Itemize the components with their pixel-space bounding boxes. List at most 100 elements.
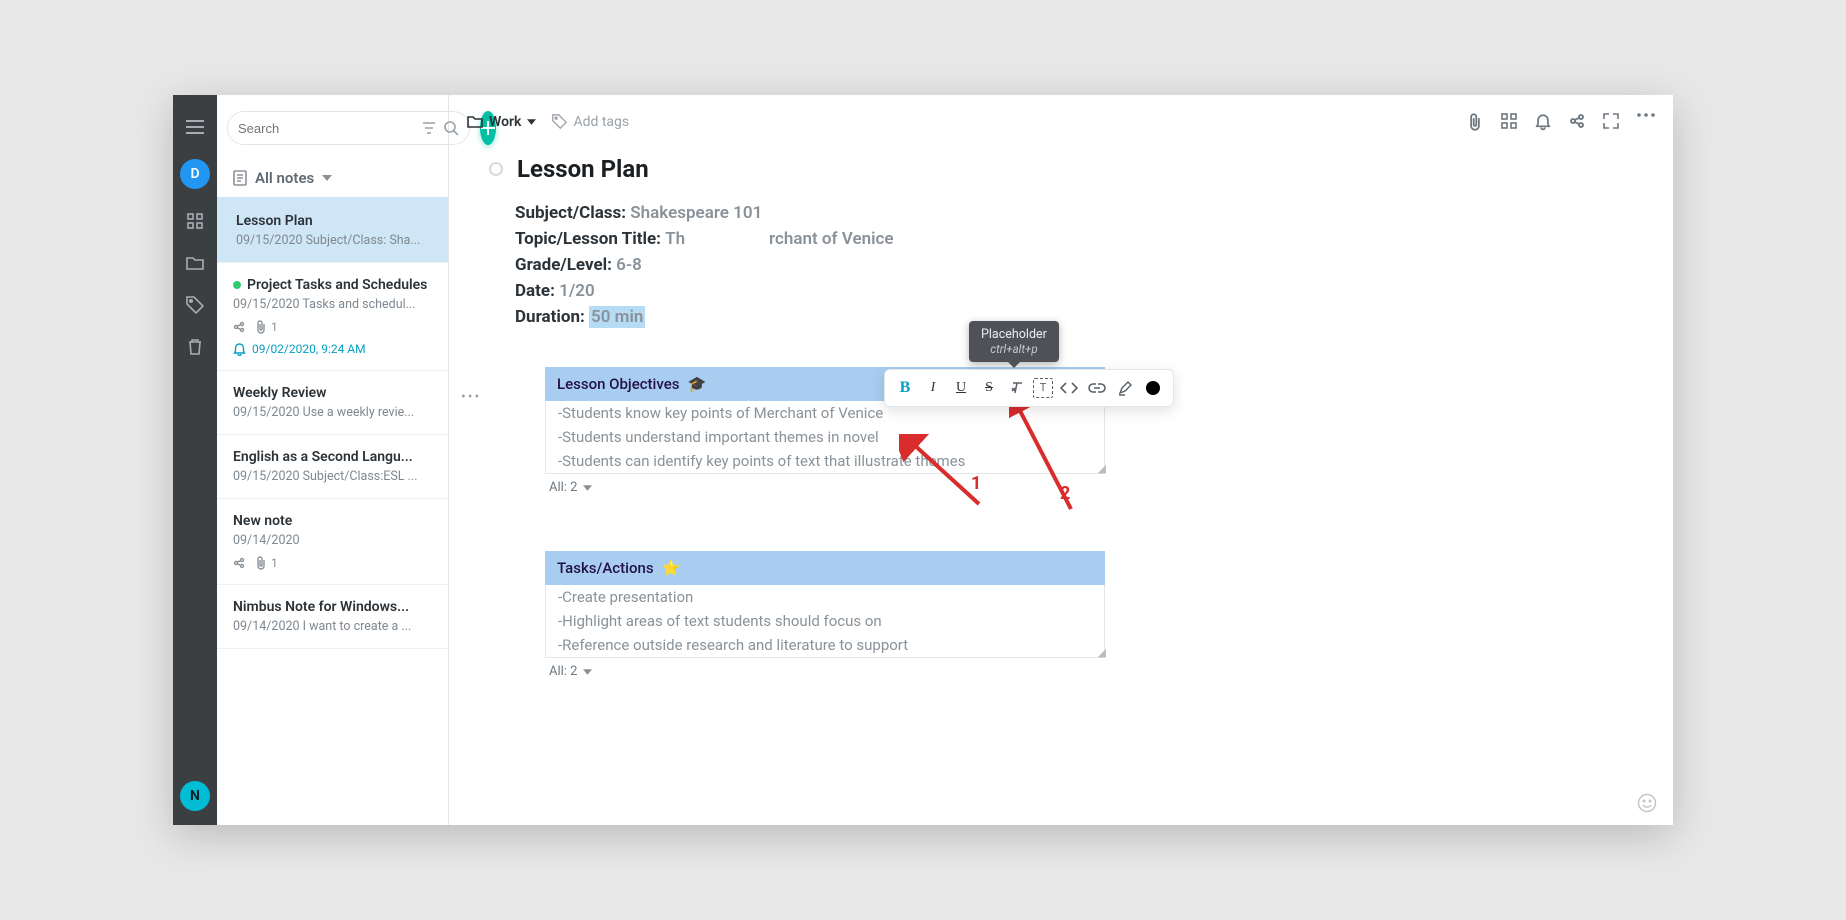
tag-icon[interactable] [185, 295, 205, 315]
folder-icon[interactable] [185, 253, 205, 273]
app-logo: N [180, 781, 210, 811]
folder-icon [467, 115, 483, 129]
notes-list: Lesson Plan 09/15/2020 Subject/Class: Sh… [217, 199, 448, 825]
menu-icon[interactable] [185, 117, 205, 137]
more-icon[interactable] [1637, 113, 1655, 131]
block-header-tasks[interactable]: Tasks/Actions ⭐ [545, 551, 1105, 585]
list-item: -Reference outside research and literatu… [546, 633, 1104, 657]
note-preview: 09/14/2020 [233, 533, 432, 548]
field-grade[interactable]: Grade/Level: 6-8 [515, 255, 1633, 275]
block-body[interactable]: -Students know key points of Merchant of… [545, 401, 1105, 474]
note-item[interactable]: New note 09/14/2020 1 [217, 499, 448, 585]
filter-icon[interactable] [422, 121, 436, 135]
note-item[interactable]: English as a Second Langu... 09/15/2020 … [217, 435, 448, 499]
attach-icon[interactable] [1467, 113, 1483, 131]
add-tags-button[interactable]: Add tags [552, 114, 629, 130]
tooltip-shortcut: ctrl+alt+p [981, 342, 1047, 356]
trash-icon[interactable] [185, 337, 205, 357]
emoji-button[interactable] [1637, 793, 1657, 813]
topbar: Work Add tags [449, 95, 1673, 149]
annotation-number: 1 [971, 473, 981, 494]
field-topic[interactable]: Topic/Lesson Title: The Merchant of Veni… [515, 229, 1633, 249]
attach-icon: 1 [255, 320, 278, 334]
block-body[interactable]: -Create presentation -Highlight areas of… [545, 585, 1105, 658]
fullscreen-icon[interactable] [1603, 113, 1619, 131]
highlight-button[interactable] [1113, 376, 1137, 400]
note-preview: 09/15/2020 Subject/Class: Sha... [236, 233, 432, 248]
block-footer[interactable]: All: 2 [545, 474, 1105, 501]
note-title: Project Tasks and Schedules [233, 277, 432, 293]
share-icon [233, 321, 245, 333]
selected-text[interactable]: 50 min [589, 306, 645, 328]
note-title: New note [233, 513, 432, 529]
note-title: English as a Second Langu... [233, 449, 432, 465]
note-preview: 09/15/2020 Subject/Class:ESL ... [233, 469, 432, 484]
left-rail: D N [173, 95, 217, 825]
field-subject[interactable]: Subject/Class: Shakespeare 101 [515, 203, 1633, 223]
tooltip: Placeholder ctrl+alt+p [969, 321, 1059, 362]
block-footer[interactable]: All: 2 [545, 658, 1105, 685]
link-button[interactable] [1085, 376, 1109, 400]
bold-button[interactable]: B [893, 376, 917, 400]
apps-icon[interactable] [1501, 113, 1517, 131]
search-input[interactable] [238, 121, 414, 136]
note-preview: 09/15/2020 Use a weekly revie... [233, 405, 432, 420]
chevron-down-icon [527, 119, 536, 125]
note-item[interactable]: Weekly Review 09/15/2020 Use a weekly re… [217, 371, 448, 435]
avatar[interactable]: D [180, 159, 210, 189]
field-duration[interactable]: Duration: 50 min [515, 307, 1633, 327]
code-button[interactable] [1057, 376, 1081, 400]
note-preview: 09/14/2020 I want to create a ... [233, 619, 432, 634]
list-item: -Students can identify key points of tex… [546, 449, 1104, 473]
chevron-down-icon [583, 669, 592, 675]
note-item[interactable]: Nimbus Note for Windows... 09/14/2020 I … [217, 585, 448, 649]
topbar-tools [1467, 113, 1655, 131]
breadcrumb-folder[interactable]: Work [467, 114, 536, 130]
color-dot-icon [1146, 381, 1160, 395]
apps-icon[interactable] [185, 211, 205, 231]
block-handle-icon[interactable]: ••• [461, 389, 481, 405]
task-bullet-icon[interactable] [489, 162, 503, 176]
underline-button[interactable]: U [949, 376, 973, 400]
placeholder-button[interactable]: T [1033, 378, 1053, 398]
field-date[interactable]: Date: 1/20 [515, 281, 1633, 301]
star-icon: ⭐ [662, 559, 681, 577]
note-icon [233, 170, 247, 186]
note-title: Lesson Plan [236, 213, 432, 229]
chevron-down-icon [583, 485, 592, 491]
bell-icon [233, 343, 246, 356]
note-title: Nimbus Note for Windows... [233, 599, 432, 615]
strikethrough-button[interactable]: S [977, 376, 1001, 400]
color-button[interactable] [1141, 376, 1165, 400]
reminder: 09/02/2020, 9:24 AM [233, 342, 432, 356]
bell-icon[interactable] [1535, 113, 1551, 131]
attach-icon: 1 [255, 556, 278, 570]
search-box[interactable] [227, 111, 470, 145]
resize-handle-icon[interactable]: ◢ [1098, 462, 1106, 475]
status-dot-icon [233, 281, 241, 289]
resize-handle-icon[interactable]: ◢ [1098, 646, 1106, 659]
share-icon [233, 557, 245, 569]
document[interactable]: Lesson Plan Subject/Class: Shakespeare 1… [449, 149, 1673, 725]
share-icon[interactable] [1569, 113, 1585, 131]
annotation-number: 2 [1060, 483, 1070, 504]
tag-icon [552, 114, 567, 129]
note-preview: 09/15/2020 Tasks and schedul... [233, 297, 432, 312]
notes-list-title: All notes [255, 169, 314, 187]
note-item[interactable]: Lesson Plan 09/15/2020 Subject/Class: Sh… [217, 199, 448, 263]
notes-list-header[interactable]: All notes [217, 155, 448, 199]
list-item: -Students understand important themes in… [546, 425, 1104, 449]
chevron-down-icon [322, 175, 332, 181]
formatting-toolbar: B I U S T [884, 369, 1174, 407]
note-item[interactable]: Project Tasks and Schedules 09/15/2020 T… [217, 263, 448, 371]
app-window: D N All notes [173, 95, 1673, 825]
list-item: -Create presentation [546, 585, 1104, 609]
italic-button[interactable]: I [921, 376, 945, 400]
note-title: Weekly Review [233, 385, 432, 401]
gradcap-icon: 🎓 [687, 375, 706, 393]
clear-format-button[interactable] [1005, 376, 1029, 400]
tooltip-title: Placeholder [981, 327, 1047, 342]
list-item: -Highlight areas of text students should… [546, 609, 1104, 633]
editor-area: Work Add tags Lesson Plan Subject/Class:… [449, 95, 1673, 825]
page-title: Lesson Plan [489, 155, 1633, 183]
